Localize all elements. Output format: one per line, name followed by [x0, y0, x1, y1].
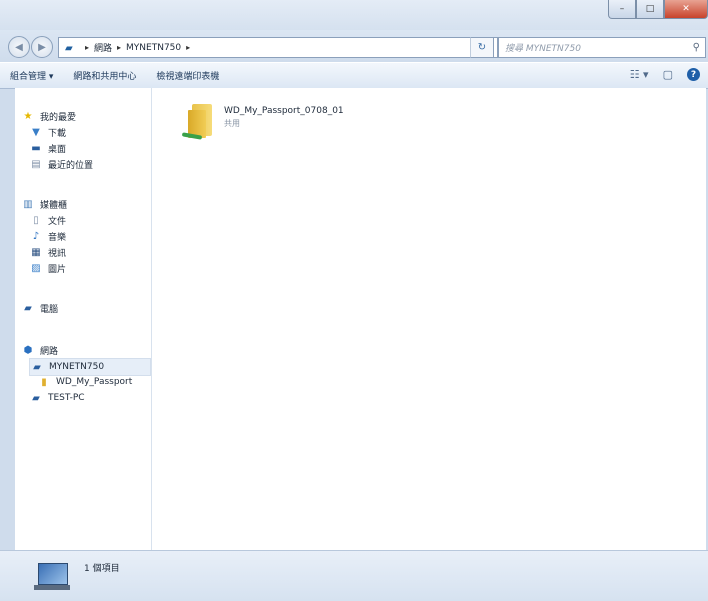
sidebar-item-label: 電腦 — [40, 304, 59, 315]
sidebar-item[interactable]: ⬢ 網路 — [21, 342, 58, 358]
forward-button[interactable]: ▶ — [31, 36, 53, 58]
sidebar-item[interactable]: ★ 我的最愛 — [21, 108, 77, 124]
computer-icon — [34, 561, 70, 591]
star-icon: ★ — [23, 110, 33, 122]
download-folder-icon: ▼ — [32, 126, 40, 138]
search-box[interactable]: 搜尋 MYNETN750 ⚲ — [498, 37, 706, 58]
sidebar-item-label: 視訊 — [48, 248, 67, 259]
back-button[interactable]: ◀ — [8, 36, 30, 58]
breadcrumb-mynetn750[interactable]: MYNETN750 — [123, 43, 184, 53]
sidebar-item-label: 音樂 — [48, 232, 67, 243]
organize-button[interactable]: 組合管理 ▾ — [0, 69, 63, 82]
breadcrumb-separator[interactable]: ▸ — [115, 43, 123, 52]
minimize-button[interactable]: – — [608, 0, 636, 19]
library-icon: ▥ — [23, 198, 33, 210]
shared-folder-icon: ▮ — [41, 376, 47, 388]
sidebar-item[interactable]: ▤ 最近的位置 — [29, 156, 93, 172]
recent-places-icon: ▤ — [31, 158, 41, 170]
address-bar[interactable]: ▰ ▸ 網路 ▸ MYNETN750 ▸ ▼ — [58, 37, 498, 58]
sidebar-item-label: TEST-PC — [48, 393, 85, 403]
sidebar-item-label: 媒體櫃 — [40, 200, 68, 211]
sidebar-item-label: 圖片 — [48, 264, 67, 275]
network-icon: ▰ — [65, 42, 73, 54]
sidebar-item[interactable]: ▬ 桌面 — [29, 140, 66, 156]
shared-folder-icon — [181, 102, 218, 140]
sidebar-item[interactable]: ▯ 文件 — [29, 212, 66, 228]
close-button[interactable]: ✕ — [664, 0, 708, 19]
network-device-icon: ▰ — [33, 361, 41, 373]
sidebar-item[interactable]: ▰ 電腦 — [21, 300, 58, 316]
music-icon: ♪ — [32, 230, 40, 242]
explorer-window: – □ ✕ ◀ ▶ ▰ ▸ 網路 ▸ MYNETN750 ▸ ▼ ↻ 搜尋 MY… — [0, 0, 708, 601]
item-count: 1 個項目 — [84, 564, 120, 574]
network-sharing-center-button[interactable]: 網路和共用中心 — [63, 69, 146, 82]
video-icon: ▦ — [31, 246, 41, 258]
breadcrumb-separator[interactable]: ▸ — [184, 43, 192, 52]
desktop-icon: ▬ — [31, 142, 41, 154]
navigation-pane: ★ 我的最愛 ▼ 下載 ▬ 桌面 ▤ 最近的位置 ▥ 媒體櫃 ▯ 文件 ♪ 音樂 ▦ 視訊 ▨ 圖片 ▰ 電腦 ⬢ 網路 ▰… — [15, 88, 152, 550]
file-subtitle: 共用 — [224, 119, 240, 128]
preview-pane-icon[interactable]: ▢ — [663, 68, 673, 81]
view-remote-printers-button[interactable]: 檢視遠端印表機 — [146, 69, 229, 82]
sidebar-item-label: WD_My_Passport — [56, 377, 133, 387]
maximize-button[interactable]: □ — [636, 0, 664, 19]
sidebar-item[interactable]: ♪ 音樂 — [29, 228, 66, 244]
refresh-button[interactable]: ↻ — [470, 37, 494, 58]
sidebar-item[interactable]: ▰ TEST-PC — [29, 390, 85, 406]
breadcrumb-network[interactable]: 網路 — [91, 41, 115, 54]
sidebar-item-label: 我的最愛 — [40, 112, 77, 123]
network-icon: ⬢ — [23, 344, 33, 356]
toolbar-right: ☷ ▾ ▢ ? — [630, 68, 700, 81]
computer-icon: ▰ — [24, 302, 32, 314]
sidebar-item-label: 網路 — [40, 346, 59, 357]
computer-icon: ▰ — [32, 392, 40, 404]
sidebar-item[interactable]: ▨ 圖片 — [29, 260, 66, 276]
navigation-row: ◀ ▶ ▰ ▸ 網路 ▸ MYNETN750 ▸ ▼ ↻ 搜尋 MYNETN75… — [0, 30, 708, 62]
sidebar-item[interactable]: ▮ WD_My_Passport — [37, 374, 132, 390]
search-input[interactable]: 搜尋 MYNETN750 — [499, 41, 693, 54]
title-bar[interactable]: – □ ✕ — [0, 0, 708, 30]
sidebar-item-label: 下載 — [48, 128, 67, 139]
sidebar-item[interactable]: ▥ 媒體櫃 — [21, 196, 67, 212]
change-view-icon[interactable]: ☷ ▾ — [630, 68, 649, 81]
sidebar-item[interactable]: ▦ 視訊 — [29, 244, 66, 260]
documents-icon: ▯ — [33, 214, 39, 226]
sidebar-item-label: MYNETN750 — [49, 362, 105, 372]
sidebar-item-label: 桌面 — [48, 144, 67, 155]
command-bar: 組合管理 ▾ 網路和共用中心 檢視遠端印表機 ☷ ▾ ▢ ? — [0, 62, 708, 89]
sidebar-item[interactable]: ▼ 下載 — [29, 124, 66, 140]
help-icon[interactable]: ? — [687, 68, 700, 81]
file-name: WD_My_Passport_0708_01 — [224, 106, 344, 116]
sidebar-item-label: 最近的位置 — [48, 160, 94, 171]
caption-buttons: – □ ✕ — [608, 0, 708, 20]
details-pane: 1 個項目 — [0, 550, 708, 601]
search-icon[interactable]: ⚲ — [693, 42, 705, 53]
sidebar-item-label: 文件 — [48, 216, 67, 227]
list-item[interactable]: WD_My_Passport_0708_01 共用 — [181, 102, 344, 140]
file-list: WD_My_Passport_0708_01 共用 — [152, 88, 706, 550]
breadcrumb-separator[interactable]: ▸ — [83, 43, 91, 52]
pictures-icon: ▨ — [31, 262, 41, 274]
